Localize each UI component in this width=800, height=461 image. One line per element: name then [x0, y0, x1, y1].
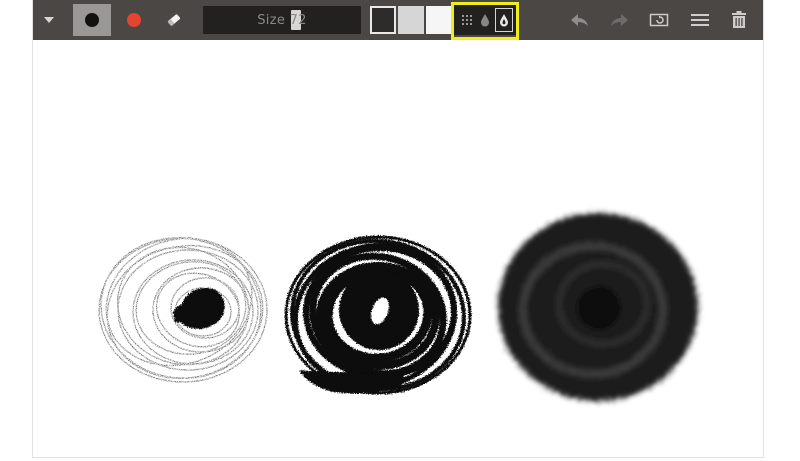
color-swatch-white[interactable]: [426, 6, 452, 34]
red-brush-icon: [127, 13, 141, 27]
drawing-app: Size 72: [33, 0, 763, 457]
chevron-down-icon[interactable]: [33, 0, 65, 40]
dots-texture-button[interactable]: [458, 8, 476, 32]
canvas-drawing: [98, 213, 698, 401]
toolbar: Size 72: [33, 0, 763, 40]
fit-screen-button[interactable]: [642, 0, 676, 40]
size-slider[interactable]: Size 72: [203, 6, 361, 34]
black-brush-button[interactable]: [73, 4, 111, 36]
dotted-stroke-core: [173, 288, 225, 329]
redo-button[interactable]: [602, 0, 636, 40]
undo-icon: [571, 14, 588, 26]
color-swatch-dark[interactable]: [370, 6, 396, 34]
dots-texture-icon: [462, 15, 472, 25]
redo-icon: [611, 14, 628, 26]
water-texture-button[interactable]: [495, 8, 513, 32]
menu-button[interactable]: [683, 0, 717, 40]
size-value: 72: [289, 12, 307, 28]
undo-button[interactable]: [563, 0, 597, 40]
black-brush-icon: [85, 13, 99, 27]
trash-icon: [732, 11, 746, 28]
dotted-brush-stroke: [98, 237, 268, 383]
fit-screen-icon: [649, 13, 669, 27]
drawing-canvas[interactable]: [33, 40, 763, 457]
red-brush-button[interactable]: [119, 0, 149, 40]
ink-drop-icon: [481, 14, 489, 27]
hamburger-menu-icon: [691, 14, 709, 26]
size-label: Size 72: [257, 12, 307, 28]
trash-button[interactable]: [722, 0, 756, 40]
brush-texture-group: [451, 2, 519, 40]
eraser-icon: [167, 14, 181, 26]
eraser-button[interactable]: [159, 0, 189, 40]
water-drop-icon: [500, 14, 508, 27]
color-swatch-light[interactable]: [398, 6, 431, 34]
wet-brush-stroke: [498, 213, 698, 401]
ink-texture-button[interactable]: [476, 8, 494, 32]
